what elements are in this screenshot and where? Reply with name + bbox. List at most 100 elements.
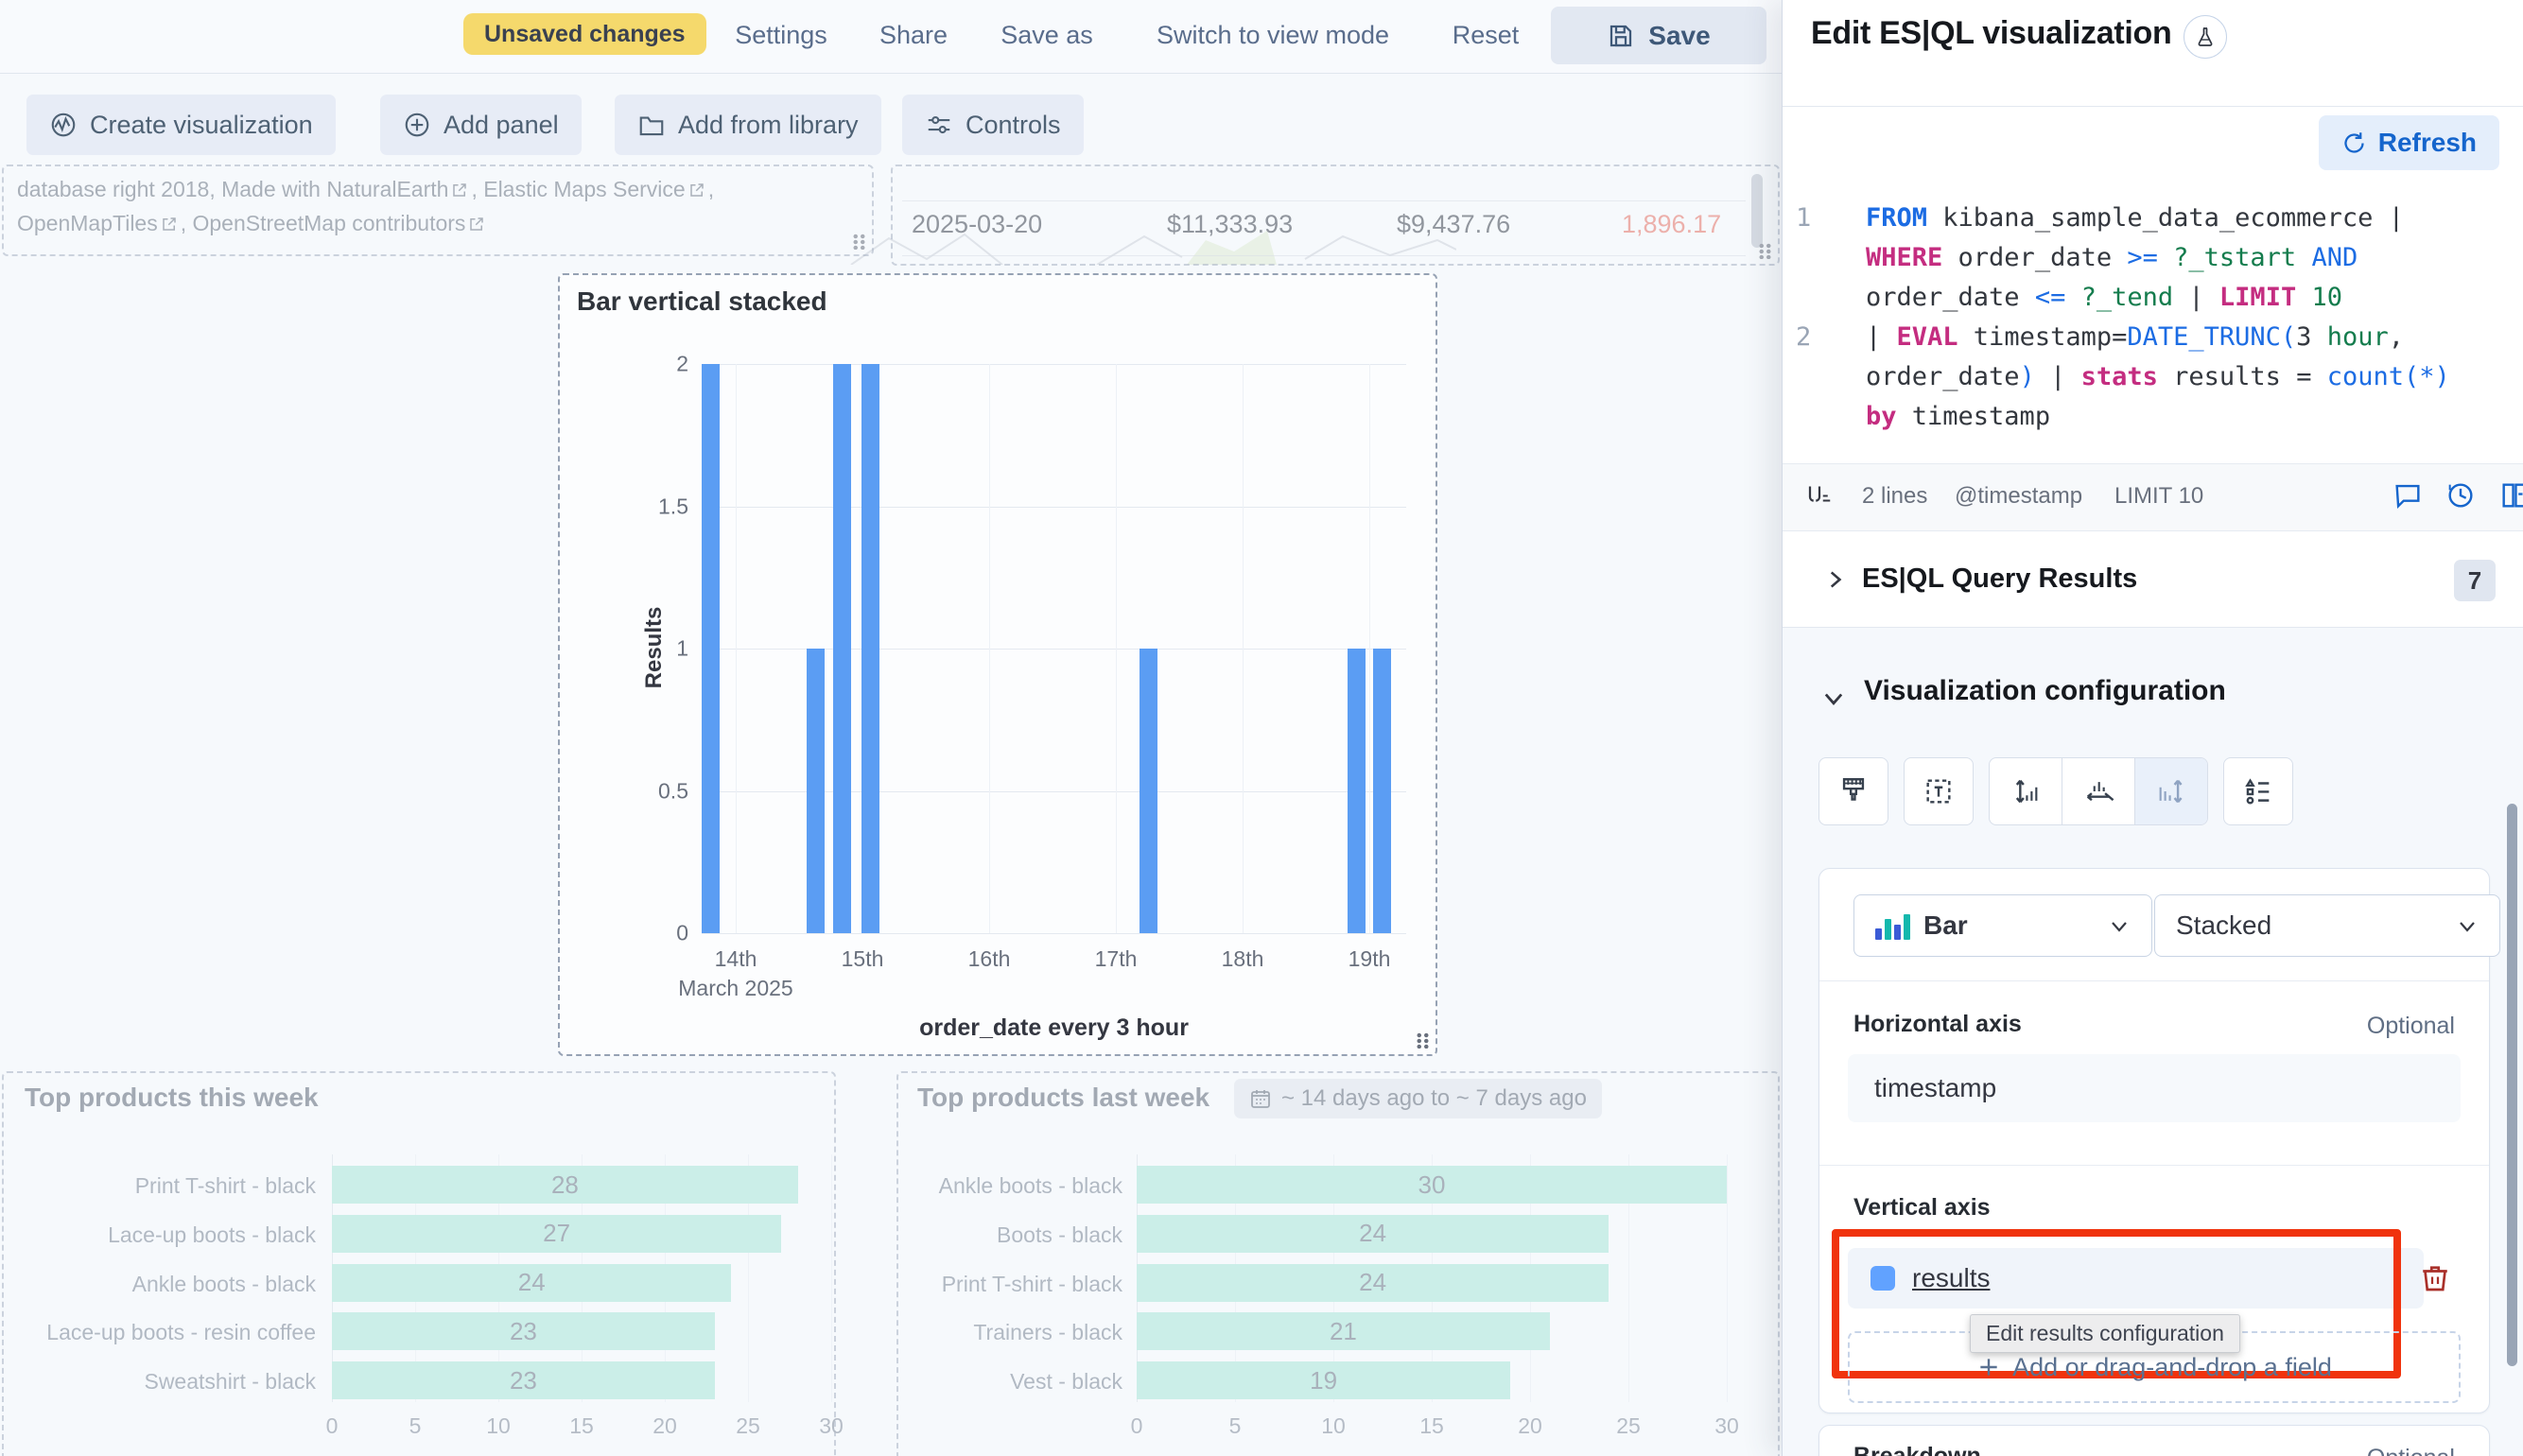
- left-axis-button[interactable]: [1990, 758, 2062, 824]
- feedback-icon[interactable]: [2392, 479, 2424, 511]
- category-label: Ankle boots - black: [4, 1272, 316, 1297]
- right-axis-button[interactable]: [2135, 758, 2207, 824]
- bar: [1140, 649, 1157, 933]
- resize-handle[interactable]: [1758, 243, 1772, 259]
- vertical-axis-field[interactable]: results: [1848, 1248, 2424, 1309]
- visualization-configuration-header[interactable]: Visualization configuration: [1864, 675, 2226, 707]
- flyout-title: Edit ES|QL visualization: [1811, 15, 2171, 52]
- settings-link[interactable]: Settings: [735, 21, 827, 50]
- x-tick-label: 14thMarch 2025: [678, 945, 792, 1003]
- natural-earth-link[interactable]: Made with NaturalEarth: [221, 177, 448, 201]
- chart-type-dropdown[interactable]: Bar: [1853, 894, 2152, 957]
- category-label: Lace-up boots - black: [4, 1222, 316, 1248]
- category-label: Print T-shirt - black: [898, 1272, 1122, 1297]
- switch-to-view-mode-link[interactable]: Switch to view mode: [1157, 21, 1389, 50]
- table-cell-date: 2025-03-20: [912, 210, 1042, 239]
- token-op: <=: [2035, 283, 2066, 312]
- token-pl: timestamp: [1897, 402, 2051, 431]
- chevron-right-icon[interactable]: [1822, 567, 1847, 592]
- value-label: 21: [1330, 1317, 1357, 1346]
- flyout-scrollbar[interactable]: [2507, 804, 2517, 1366]
- x-gridline: [1243, 364, 1244, 933]
- controls-button[interactable]: Controls: [902, 95, 1084, 155]
- value-label: 19: [1310, 1366, 1337, 1395]
- x-tick-label: 0: [1131, 1413, 1143, 1439]
- bar: [1373, 649, 1391, 933]
- documentation-icon[interactable]: [2498, 479, 2523, 511]
- text-labels-button[interactable]: [1904, 757, 1974, 825]
- create-visualization-button[interactable]: Create visualization: [26, 95, 336, 155]
- token-lit: 10: [2296, 283, 2342, 312]
- save-icon: [1607, 22, 1635, 50]
- line-number: 1: [1783, 199, 1839, 238]
- bar: [833, 364, 851, 933]
- plus-icon: [1976, 1355, 2001, 1379]
- tech-preview-flask-icon[interactable]: [2184, 15, 2227, 59]
- chevron-down-icon[interactable]: [1820, 685, 1847, 711]
- token-pl: order_date: [1942, 243, 2127, 272]
- bottom-axis-button[interactable]: [2062, 758, 2135, 824]
- elastic-maps-service-link[interactable]: Elastic Maps Service: [483, 177, 685, 201]
- x-tick-label: 0: [326, 1413, 339, 1439]
- esql-code-editor[interactable]: 1FROM kibana_sample_data_ecommerce |WHER…: [1783, 199, 2523, 437]
- x-tick-label: 5: [409, 1413, 422, 1439]
- x-tick-label: 25: [1616, 1413, 1641, 1439]
- x-tick-label: 17th: [1095, 945, 1138, 974]
- divider: [1783, 106, 2523, 107]
- osm-contributors-link[interactable]: OpenStreetMap contributors: [193, 211, 466, 235]
- folder-icon: [637, 111, 666, 139]
- category-label: Lace-up boots - resin coffee: [4, 1320, 316, 1345]
- token-cmd: LIMIT: [2219, 283, 2296, 312]
- prettify-query-icon[interactable]: [1805, 479, 1834, 508]
- top-products-this-week-panel: Top products this week 051015202530Print…: [2, 1071, 836, 1456]
- x-tick-label: 5: [1229, 1413, 1242, 1439]
- share-link[interactable]: Share: [879, 21, 948, 50]
- style-brush-button[interactable]: [1818, 757, 1888, 825]
- token-pl: [2158, 243, 2173, 272]
- breakdown-config-card: Breakdown Optional: [1818, 1425, 2490, 1456]
- stack-mode-dropdown[interactable]: Stacked: [2154, 894, 2500, 957]
- openmaptiles-link[interactable]: OpenMapTiles: [17, 211, 158, 235]
- bar-vertical-stacked-panel[interactable]: Bar vertical stacked Results order_date …: [558, 273, 1437, 1056]
- breakdown-optional: Optional: [2367, 1445, 2455, 1456]
- reset-link[interactable]: Reset: [1453, 21, 1520, 50]
- horizontal-axis-field[interactable]: timestamp: [1848, 1054, 2461, 1122]
- token-pl: kibana_sample_data_ecommerce |: [1927, 203, 2404, 233]
- add-from-library-button[interactable]: Add from library: [615, 95, 881, 155]
- token-pl: |: [2035, 362, 2081, 391]
- x-tick-label: 10: [1321, 1413, 1346, 1439]
- delete-dimension-button[interactable]: [2413, 1257, 2457, 1300]
- unsaved-changes-badge: Unsaved changes: [463, 13, 706, 55]
- resize-handle[interactable]: [1416, 1032, 1430, 1049]
- results-dimension-link[interactable]: results: [1912, 1263, 1990, 1293]
- token-fn: ): [2020, 362, 2035, 391]
- legend-settings-button[interactable]: [2223, 757, 2293, 825]
- query-history-icon[interactable]: [2445, 479, 2477, 511]
- token-par: ?_tend: [2081, 283, 2174, 312]
- value-label: 24: [1359, 1219, 1386, 1248]
- table-scrollbar[interactable]: [1751, 174, 1763, 248]
- save-as-link[interactable]: Save as: [1000, 21, 1093, 50]
- category-label: Trainers - black: [898, 1320, 1122, 1345]
- token-cmd: EVAL: [1897, 322, 1958, 352]
- divider: [1819, 1165, 2489, 1166]
- bar: 24: [332, 1264, 731, 1302]
- token-cmd: stats: [2081, 362, 2158, 391]
- esql-query-results-accordion[interactable]: ES|QL Query Results: [1862, 563, 2137, 595]
- code-text: order_date <= ?_tend | LIMIT 10: [1839, 278, 2342, 318]
- external-link-icon: [451, 182, 468, 199]
- resize-handle[interactable]: [852, 234, 866, 250]
- y-gridline: [702, 933, 1406, 934]
- plus-circle-icon: [403, 111, 431, 139]
- value-label: 27: [543, 1219, 570, 1248]
- refresh-button[interactable]: Refresh: [2319, 115, 2499, 170]
- save-button[interactable]: Save: [1551, 7, 1766, 64]
- sliders-icon: [925, 111, 953, 139]
- x-tick-label: 10: [486, 1413, 511, 1439]
- add-panel-button[interactable]: Add panel: [380, 95, 582, 155]
- editor-line: order_date) | stats results = count(*): [1783, 357, 2523, 397]
- table-divider: [902, 200, 1746, 201]
- editor-line: 1FROM kibana_sample_data_ecommerce |: [1783, 199, 2523, 238]
- token-pl: results =: [2158, 362, 2327, 391]
- x-tick-label: 25: [736, 1413, 760, 1439]
